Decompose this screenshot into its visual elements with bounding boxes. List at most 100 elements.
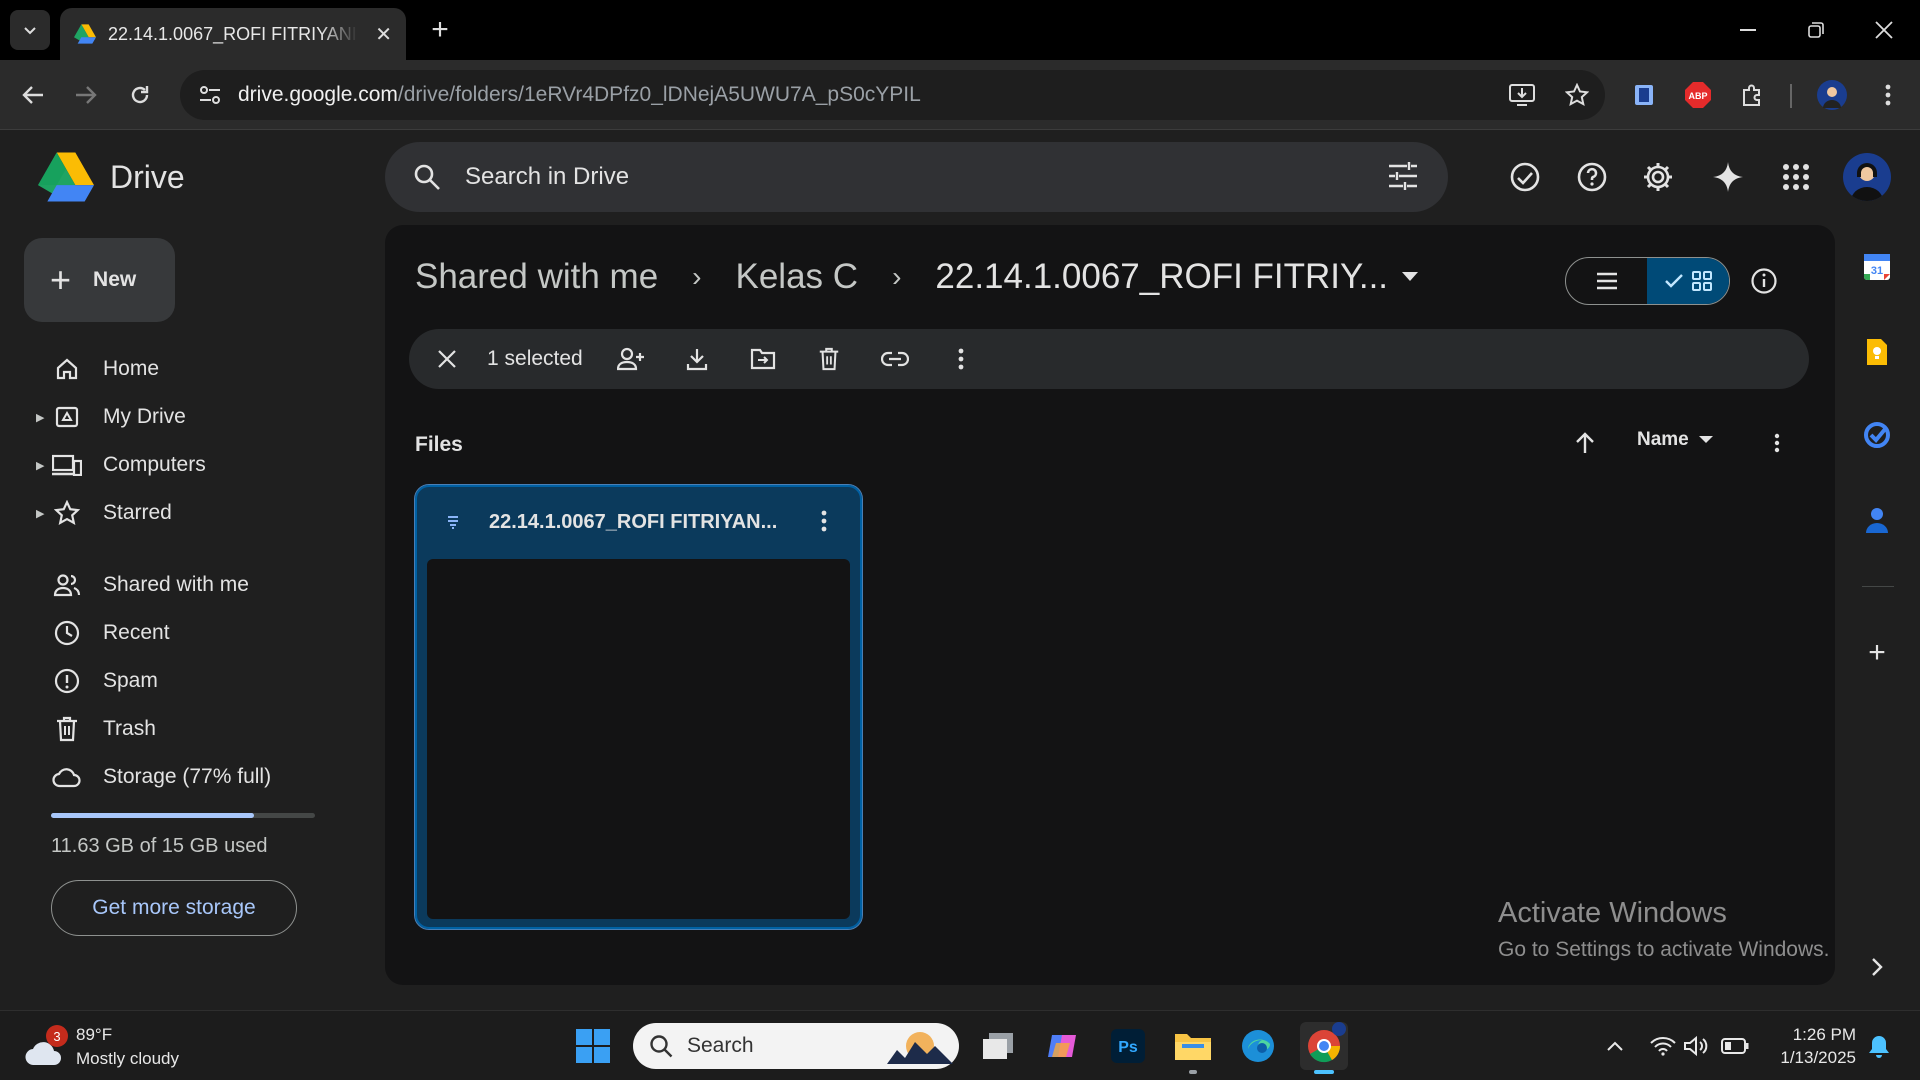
get-addons-button[interactable]: + — [1860, 636, 1894, 670]
reload-button[interactable] — [120, 75, 160, 115]
delete-button[interactable] — [809, 339, 849, 379]
gemini-button[interactable] — [1706, 155, 1750, 199]
my-drive-icon — [52, 402, 82, 432]
sidebar-item-my-drive[interactable]: ▶ My Drive — [36, 397, 186, 437]
grid-view-button[interactable] — [1647, 258, 1729, 304]
more-vert-icon — [821, 510, 827, 532]
speaker-icon — [1684, 1035, 1708, 1057]
expand-caret-icon[interactable]: ▶ — [36, 411, 50, 424]
chrome-app[interactable] — [1300, 1022, 1348, 1074]
bookmark-star-icon[interactable] — [1565, 83, 1589, 107]
photoshop-app[interactable]: Ps — [1104, 1022, 1152, 1070]
battery-status[interactable] — [1720, 1031, 1750, 1061]
minimize-button[interactable] — [1714, 0, 1782, 60]
browser-menu-icon[interactable] — [1868, 75, 1908, 115]
forward-button[interactable] — [66, 75, 106, 115]
taskbar-search[interactable]: Search — [633, 1023, 959, 1069]
contacts-addon[interactable] — [1860, 503, 1894, 537]
close-tab-icon[interactable]: ✕ — [375, 22, 392, 47]
tab-search-button[interactable] — [10, 10, 50, 50]
show-hidden-icons-button[interactable] — [1600, 1031, 1630, 1061]
edge-app[interactable] — [1234, 1022, 1282, 1070]
profile-avatar-icon[interactable] — [1812, 75, 1852, 115]
new-button[interactable]: + New — [24, 238, 175, 322]
sidebar-item-recent[interactable]: Recent — [36, 613, 170, 653]
file-explorer-app[interactable] — [1169, 1022, 1217, 1074]
view-options-button[interactable] — [1755, 421, 1799, 465]
adblock-extension-icon[interactable]: ABP — [1678, 75, 1718, 115]
file-more-button[interactable] — [806, 503, 842, 539]
move-button[interactable] — [743, 339, 783, 379]
sidebar-item-storage[interactable]: Storage (77% full) — [36, 757, 271, 797]
close-window-button[interactable] — [1850, 0, 1918, 60]
expand-caret-icon[interactable]: ▶ — [36, 459, 50, 472]
back-button[interactable] — [13, 75, 53, 115]
details-button[interactable] — [1740, 257, 1788, 305]
address-bar[interactable]: drive.google.com/drive/folders/1eRVr4DPf… — [180, 70, 1605, 120]
trash-icon — [819, 347, 838, 371]
more-actions-button[interactable] — [941, 339, 981, 379]
system-clock[interactable]: 1:26 PM 1/13/2025 — [1770, 1023, 1856, 1069]
taskbar-search-label: Search — [687, 1034, 754, 1057]
offline-ready-button[interactable] — [1503, 155, 1547, 199]
breadcrumb-item[interactable]: Shared with me — [415, 257, 658, 297]
share-button[interactable] — [611, 339, 651, 379]
calendar-addon[interactable]: 31 — [1860, 250, 1894, 284]
account-avatar[interactable] — [1843, 153, 1891, 201]
sidebar-item-spam[interactable]: Spam — [36, 661, 158, 701]
drive-logo[interactable]: Drive — [38, 152, 185, 202]
clear-selection-button[interactable] — [427, 339, 467, 379]
sidebar-item-shared[interactable]: Shared with me — [36, 565, 249, 605]
install-app-icon[interactable] — [1509, 83, 1535, 107]
site-info-icon — [200, 86, 220, 104]
sidebar-item-starred[interactable]: ▶ Starred — [36, 493, 172, 533]
volume-status[interactable] — [1681, 1031, 1711, 1061]
expand-caret-icon[interactable]: ▶ — [36, 507, 50, 520]
google-apps-button[interactable] — [1774, 155, 1818, 199]
windows-logo-icon — [576, 1029, 610, 1063]
extensions-puzzle-icon[interactable] — [1732, 75, 1772, 115]
list-view-button[interactable] — [1566, 258, 1647, 304]
start-button[interactable] — [569, 1022, 617, 1070]
sidebar-item-computers[interactable]: ▶ Computers — [36, 445, 206, 485]
search-input[interactable]: Search in Drive — [465, 163, 629, 191]
chevron-right-icon: › — [892, 261, 902, 292]
dropdown-arrow-icon[interactable] — [1402, 272, 1419, 282]
search-bar[interactable]: Search in Drive — [385, 142, 1448, 212]
plus-icon: + — [1868, 636, 1886, 669]
tune-icon — [1389, 162, 1417, 190]
wifi-status[interactable] — [1648, 1031, 1678, 1061]
search-options-button[interactable] — [1388, 162, 1418, 195]
breadcrumb-item[interactable]: Kelas C — [736, 257, 859, 297]
notifications-button[interactable] — [1864, 1031, 1894, 1061]
search-icon[interactable] — [413, 163, 441, 191]
download-button[interactable] — [677, 339, 717, 379]
browser-tab[interactable]: 22.14.1.0067_ROFI FITRIYANI - Google Dri… — [60, 8, 406, 60]
profile-badge-icon — [1332, 1022, 1346, 1036]
storage-meter — [51, 813, 315, 818]
task-view-button[interactable] — [974, 1022, 1022, 1070]
person-add-icon — [616, 347, 644, 371]
support-button[interactable] — [1570, 155, 1614, 199]
sort-by-dropdown[interactable]: Name — [1637, 429, 1713, 451]
weather-widget[interactable]: 3 89°F Mostly cloudy — [25, 1023, 179, 1071]
restore-button[interactable] — [1782, 0, 1850, 60]
file-card[interactable]: 22.14.1.0067_ROFI FITRIYAN... — [414, 484, 863, 930]
copilot-app[interactable] — [1039, 1022, 1087, 1070]
file-thumbnail[interactable] — [427, 559, 850, 919]
weather-temp: 89°F — [76, 1025, 113, 1044]
sidebar-item-trash[interactable]: Trash — [36, 709, 156, 749]
sidebar-item-home[interactable]: Home — [36, 349, 159, 389]
sort-direction-button[interactable] — [1563, 421, 1607, 465]
keep-addon[interactable] — [1860, 335, 1894, 369]
copy-link-button[interactable] — [875, 339, 915, 379]
reader-extension-icon[interactable] — [1624, 75, 1664, 115]
settings-button[interactable] — [1636, 155, 1680, 199]
tab-title: 22.14.1.0067_ROFI FITRIYANI - Google Dri… — [108, 23, 358, 44]
breadcrumb-current[interactable]: 22.14.1.0067_ROFI FITRIY... — [935, 257, 1388, 297]
show-side-panel-button[interactable] — [1860, 950, 1894, 984]
new-tab-button[interactable]: + — [420, 10, 460, 50]
tasks-addon[interactable] — [1860, 418, 1894, 452]
get-more-storage-button[interactable]: Get more storage — [51, 880, 297, 936]
url-text[interactable]: drive.google.com/drive/folders/1eRVr4DPf… — [238, 83, 921, 107]
